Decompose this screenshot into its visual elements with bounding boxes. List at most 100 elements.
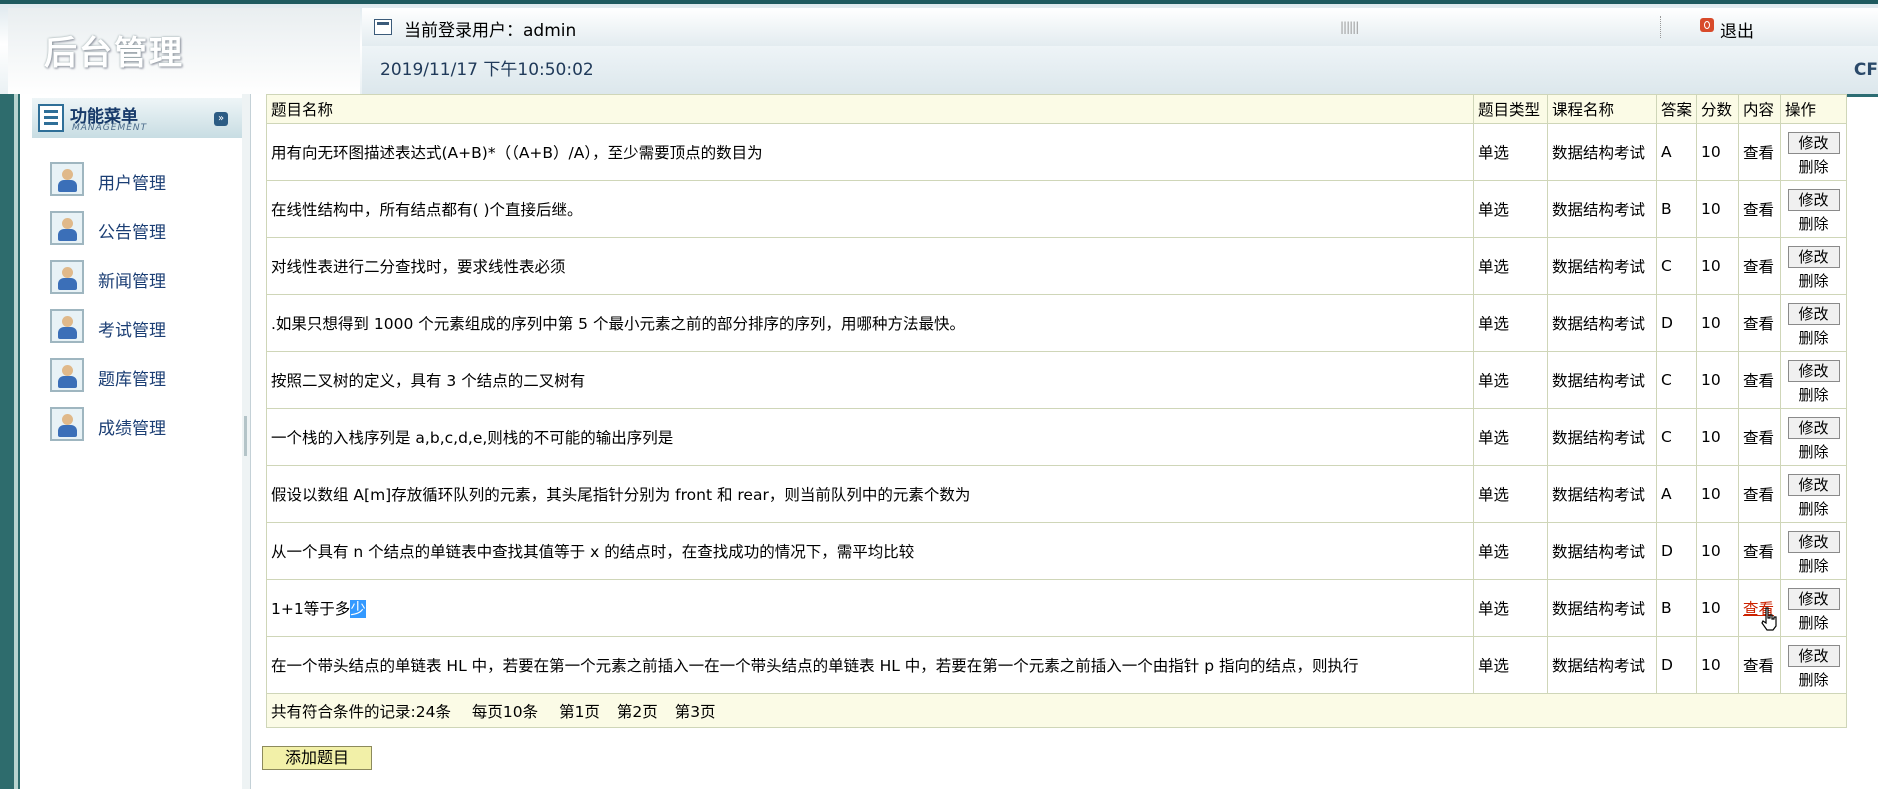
edit-button[interactable]: 修改	[1787, 131, 1840, 154]
delete-link[interactable]: 删除	[1782, 498, 1846, 519]
delete-link[interactable]: 删除	[1782, 384, 1846, 405]
cell-ops: 修改 删除	[1780, 294, 1847, 352]
view-link[interactable]: 查看	[1743, 258, 1774, 276]
edit-button[interactable]: 修改	[1787, 644, 1840, 667]
col-header-content: 内容	[1738, 94, 1781, 124]
splitter-handle[interactable]	[244, 416, 247, 456]
collapse-icon[interactable]: »	[214, 112, 228, 126]
view-link[interactable]: 查看	[1743, 657, 1774, 675]
edit-button[interactable]: 修改	[1787, 416, 1840, 439]
cell-content: 查看	[1738, 294, 1781, 352]
view-link[interactable]: 查看	[1743, 315, 1774, 333]
table-row: 对线性表进行二分查找时，要求线性表必须 单选 数据结构考试 C 10 查看 修改…	[266, 237, 1847, 295]
cell-type: 单选	[1473, 408, 1548, 466]
cell-ops: 修改 删除	[1780, 465, 1847, 523]
add-question-button[interactable]: 添加题目	[262, 746, 372, 770]
sidebar-item-exams[interactable]: 考试管理	[50, 309, 230, 358]
menu-list: 用户管理 公告管理 新闻管理 考试管理 题库管理 成绩管理	[50, 162, 230, 456]
delete-link[interactable]: 删除	[1782, 327, 1846, 348]
cell-type: 单选	[1473, 294, 1548, 352]
sidebar-item-label: 用户管理	[98, 174, 166, 194]
cell-answer: C	[1656, 408, 1697, 466]
page-link-2[interactable]: 第2页	[617, 703, 658, 721]
sidebar-item-scores[interactable]: 成绩管理	[50, 407, 230, 456]
edit-button[interactable]: 修改	[1787, 587, 1840, 610]
delete-link[interactable]: 删除	[1782, 270, 1846, 291]
cell-course: 数据结构考试	[1547, 408, 1657, 466]
table-row: 按照二叉树的定义，具有 3 个结点的二叉树有 单选 数据结构考试 C 10 查看…	[266, 351, 1847, 409]
cell-course: 数据结构考试	[1547, 351, 1657, 409]
edit-button[interactable]: 修改	[1787, 188, 1840, 211]
edit-button[interactable]: 修改	[1787, 530, 1840, 553]
delete-link[interactable]: 删除	[1782, 669, 1846, 690]
edit-button[interactable]: 修改	[1787, 245, 1840, 268]
cell-score: 10	[1696, 465, 1739, 523]
edit-button[interactable]: 修改	[1787, 302, 1840, 325]
view-link[interactable]: 查看	[1743, 201, 1774, 219]
sidebar-item-notices[interactable]: 公告管理	[50, 211, 230, 260]
sidebar-item-users[interactable]: 用户管理	[50, 162, 230, 211]
header-date-bar: 2019/11/17 下午10:50:02 CF	[362, 46, 1878, 97]
table-row: 在一个带头结点的单链表 HL 中，若要在第一个元素之前插入一在一个带头结点的单链…	[266, 636, 1847, 694]
user-avatar-icon	[50, 358, 84, 392]
logo-text: 后台管理	[44, 33, 184, 72]
cell-score: 10	[1696, 408, 1739, 466]
cell-course: 数据结构考试	[1547, 636, 1657, 694]
menu-list-icon	[38, 104, 64, 132]
cell-answer: C	[1656, 237, 1697, 295]
delete-link[interactable]: 删除	[1782, 612, 1846, 633]
table-row: 假设以数组 A[m]存放循环队列的元素，其头尾指针分别为 front 和 rea…	[266, 465, 1847, 523]
cell-answer: A	[1656, 123, 1697, 181]
sidebar-item-label: 新闻管理	[98, 272, 166, 292]
view-link[interactable]: 查看	[1743, 486, 1774, 504]
cell-score: 10	[1696, 579, 1739, 637]
col-header-ops: 操作	[1780, 94, 1847, 124]
cell-answer: D	[1656, 294, 1697, 352]
cell-content: 查看	[1738, 351, 1781, 409]
table-row: 在线性结构中，所有结点都有( )个直接后继。 单选 数据结构考试 B 10 查看…	[266, 180, 1847, 238]
view-link[interactable]: 查看	[1743, 372, 1774, 390]
power-icon[interactable]	[1700, 18, 1714, 32]
sidebar-item-news[interactable]: 新闻管理	[50, 260, 230, 309]
left-frame-border	[0, 94, 20, 789]
cell-course: 数据结构考试	[1547, 522, 1657, 580]
cell-score: 10	[1696, 294, 1739, 352]
cell-score: 10	[1696, 351, 1739, 409]
sidebar-item-label: 成绩管理	[98, 419, 166, 439]
selected-text: 少	[350, 600, 366, 618]
record-count: 共有符合条件的记录:24条	[271, 702, 451, 721]
cell-answer: A	[1656, 465, 1697, 523]
user-card-icon	[374, 19, 392, 35]
delete-link[interactable]: 删除	[1782, 555, 1846, 576]
sidebar-item-question-bank[interactable]: 题库管理	[50, 358, 230, 407]
logout-link[interactable]: 退出	[1720, 17, 1754, 42]
cell-ops: 修改 删除	[1780, 180, 1847, 238]
page-link-3[interactable]: 第3页	[675, 703, 716, 721]
cell-title: 对线性表进行二分查找时，要求线性表必须	[266, 237, 1474, 295]
cell-ops: 修改 删除	[1780, 123, 1847, 181]
delete-link[interactable]: 删除	[1782, 441, 1846, 462]
view-link[interactable]: 查看	[1743, 429, 1774, 447]
top-header: 后台管理 当前登录用户：admin |||||| 退出 2019/11/17 下…	[0, 0, 1878, 97]
edit-button[interactable]: 修改	[1787, 359, 1840, 382]
cell-title: 一个栈的入栈序列是 a,b,c,d,e,则栈的不可能的输出序列是	[266, 408, 1474, 466]
cell-type: 单选	[1473, 465, 1548, 523]
header-info-bar: 当前登录用户：admin |||||| 退出	[362, 8, 1878, 47]
cell-answer: D	[1656, 522, 1697, 580]
col-header-score: 分数	[1696, 94, 1739, 124]
cell-type: 单选	[1473, 123, 1548, 181]
cell-ops: 修改 删除	[1780, 237, 1847, 295]
delete-link[interactable]: 删除	[1782, 213, 1846, 234]
user-avatar-icon	[50, 211, 84, 245]
cell-content: 查看	[1738, 636, 1781, 694]
delete-link[interactable]: 删除	[1782, 156, 1846, 177]
cell-score: 10	[1696, 237, 1739, 295]
cell-title: 在线性结构中，所有结点都有( )个直接后继。	[266, 180, 1474, 238]
edit-button[interactable]: 修改	[1787, 473, 1840, 496]
sidebar-item-label: 公告管理	[98, 223, 166, 243]
page-link-1[interactable]: 第1页	[559, 703, 600, 721]
view-link[interactable]: 查看	[1743, 543, 1774, 561]
user-avatar-icon	[50, 407, 84, 441]
view-link[interactable]: 查看	[1743, 144, 1774, 162]
cell-ops: 修改 删除	[1780, 522, 1847, 580]
